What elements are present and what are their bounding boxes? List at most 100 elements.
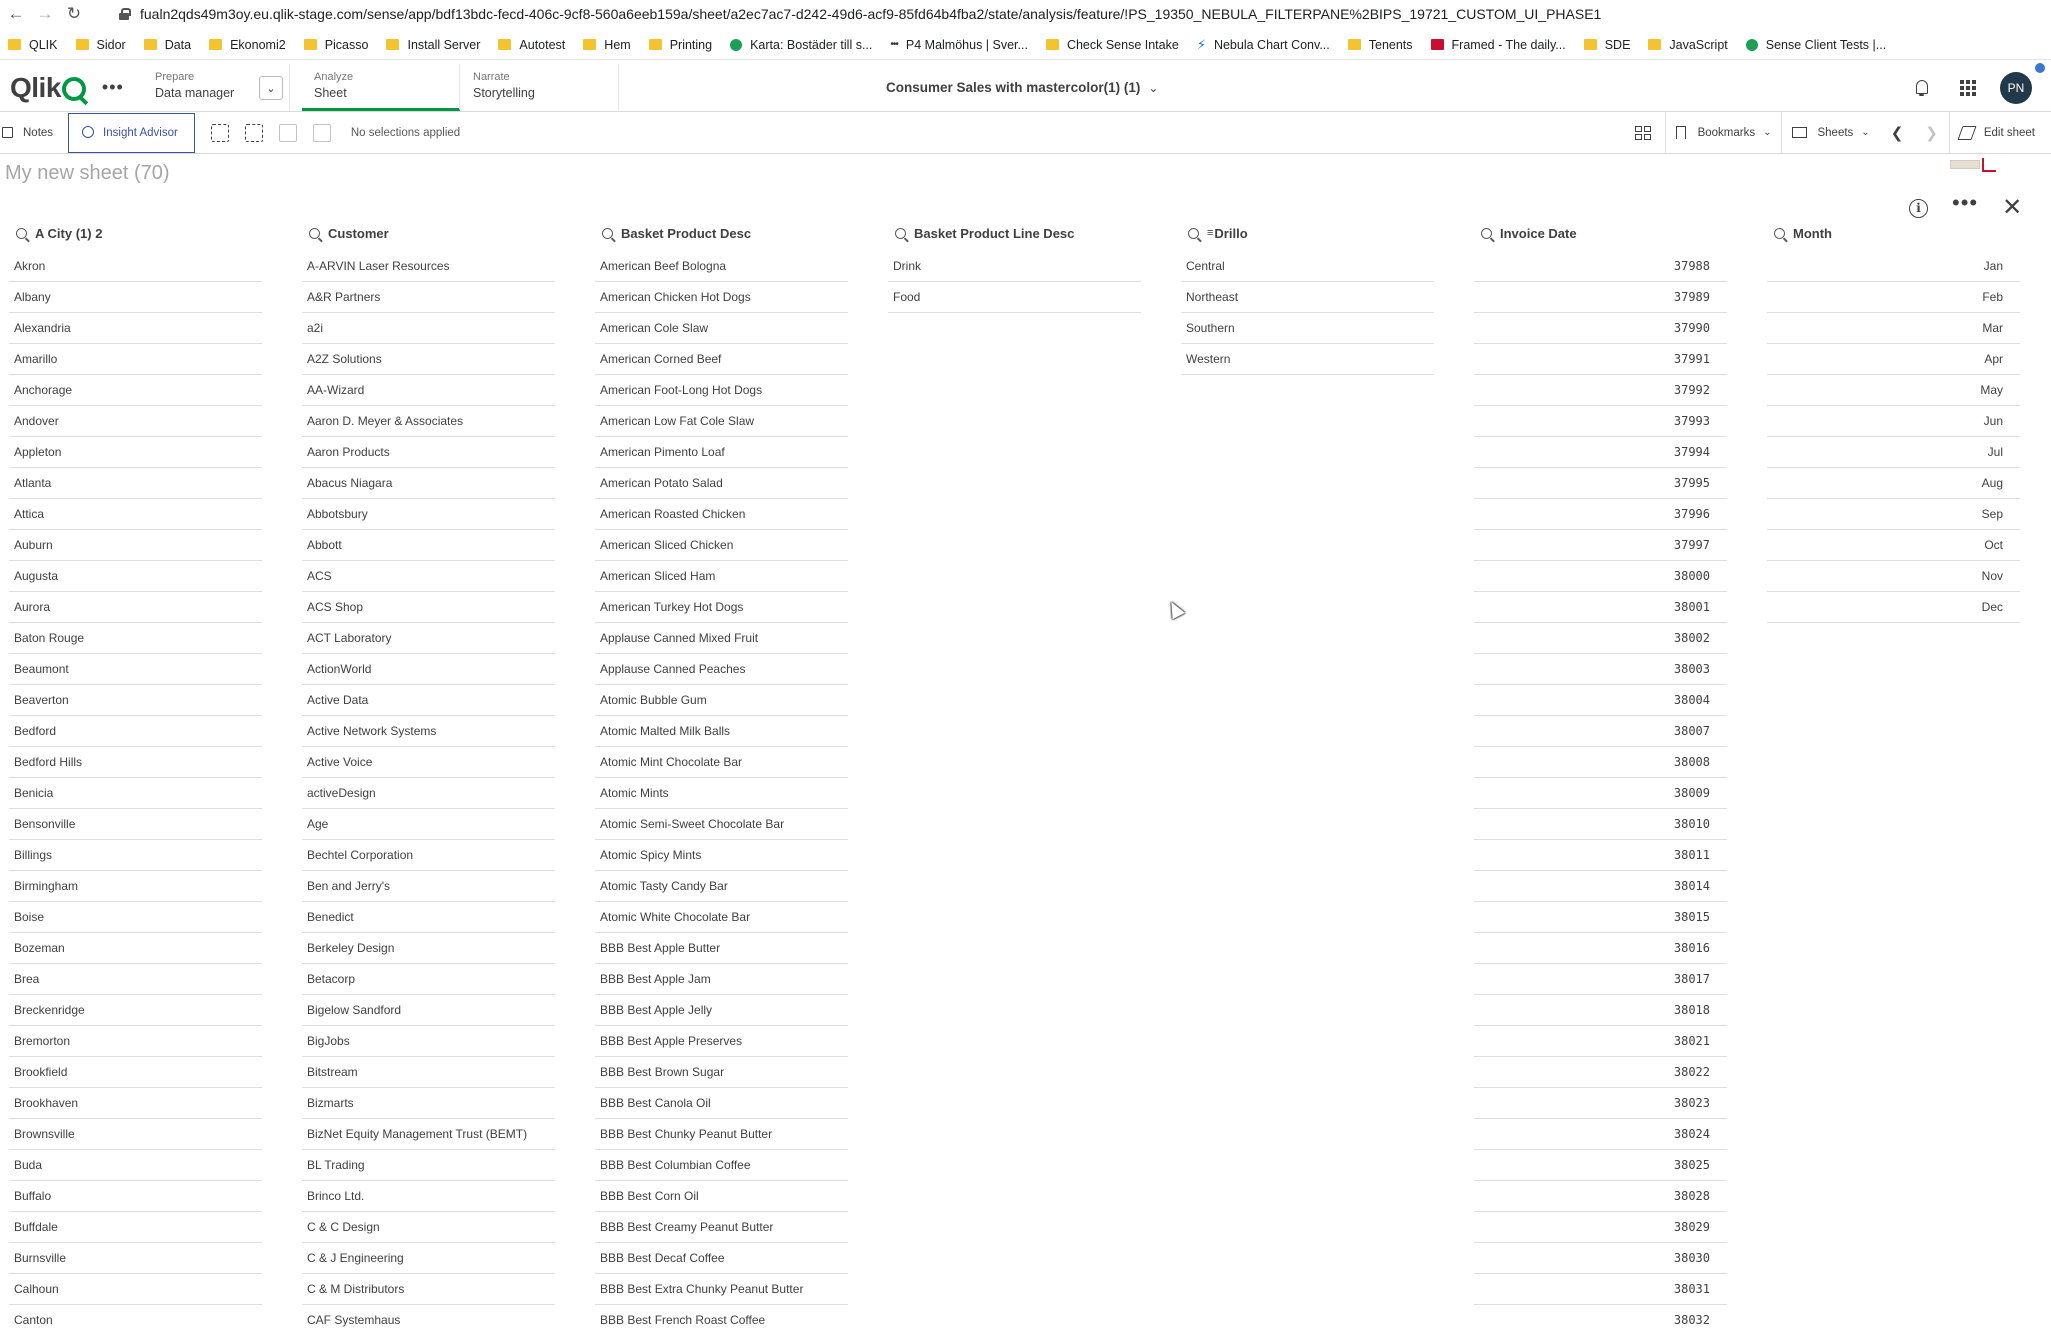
listbox-item[interactable]: Appleton	[9, 437, 262, 468]
listbox-item[interactable]: Beaverton	[9, 685, 262, 716]
listbox-item[interactable]: Benicia	[9, 778, 262, 809]
listbox-item[interactable]: 38002	[1474, 623, 1727, 654]
listbox-item[interactable]: Drink	[888, 251, 1141, 282]
listbox-item[interactable]: American Pimento Loaf	[595, 437, 848, 468]
listbox-item[interactable]: BBB Best Apple Preserves	[595, 1026, 848, 1057]
listbox-item[interactable]: ACS Shop	[302, 592, 555, 623]
next-sheet-chevron-icon[interactable]: ❯	[1914, 124, 1949, 142]
bookmark-item[interactable]: Framed - The daily...	[1430, 38, 1566, 52]
listbox-item[interactable]: Bechtel Corporation	[302, 840, 555, 871]
smart-search-icon[interactable]	[210, 123, 229, 142]
listbox-item[interactable]: 38028	[1474, 1181, 1727, 1212]
bookmark-item[interactable]: Sense Client Tests |...	[1745, 38, 1886, 52]
listbox-item[interactable]: Baton Rouge	[9, 623, 262, 654]
listbox-item[interactable]: Mar	[1767, 313, 2020, 344]
search-icon[interactable]	[1774, 227, 1785, 239]
listbox-item[interactable]: Andover	[9, 406, 262, 437]
listbox-item[interactable]: Abbotsbury	[302, 499, 555, 530]
listbox-item[interactable]: Boise	[9, 902, 262, 933]
listbox-header[interactable]: Basket Product Line Desc	[888, 222, 1141, 244]
listbox-item[interactable]: 38008	[1474, 747, 1727, 778]
listbox-item[interactable]: CAF Systemhaus	[302, 1305, 555, 1332]
listbox-item[interactable]: Atomic Semi-Sweet Chocolate Bar	[595, 809, 848, 840]
listbox-item[interactable]: 38031	[1474, 1274, 1727, 1305]
bookmark-item[interactable]: Karta: Bostäder till s...	[730, 38, 872, 52]
listbox-item[interactable]: American Low Fat Cole Slaw	[595, 406, 848, 437]
listbox-item[interactable]: Aug	[1767, 468, 2020, 499]
listbox-item[interactable]: Atomic Mints	[595, 778, 848, 809]
listbox-item[interactable]: BBB Best Brown Sugar	[595, 1057, 848, 1088]
info-icon[interactable]: i	[1909, 198, 1928, 218]
search-icon[interactable]	[602, 227, 613, 239]
listbox-item[interactable]: BBB Best Creamy Peanut Butter	[595, 1212, 848, 1243]
bookmark-item[interactable]: Picasso	[303, 38, 368, 52]
listbox-header[interactable]: Invoice Date	[1474, 222, 1727, 244]
listbox-item[interactable]: Feb	[1767, 282, 2020, 313]
app-title-dropdown[interactable]: Consumer Sales with mastercolor(1) (1) ⌄	[886, 80, 1158, 95]
listbox-item[interactable]: Betacorp	[302, 964, 555, 995]
listbox-item[interactable]: Oct	[1767, 530, 2020, 561]
listbox-item[interactable]: Jun	[1767, 406, 2020, 437]
listbox-item[interactable]: BBB Best Extra Chunky Peanut Butter	[595, 1274, 848, 1305]
listbox-item[interactable]: 38007	[1474, 716, 1727, 747]
listbox-item[interactable]: 38032	[1474, 1305, 1727, 1332]
listbox-item[interactable]: Berkeley Design	[302, 933, 555, 964]
listbox-item[interactable]: Calhoun	[9, 1274, 262, 1305]
listbox-item[interactable]: American Chicken Hot Dogs	[595, 282, 848, 313]
previous-sheet-chevron-icon[interactable]: ❮	[1880, 124, 1915, 142]
listbox-item[interactable]: Ben and Jerry's	[302, 871, 555, 902]
listbox-item[interactable]: BizNet Equity Management Trust (BEMT)	[302, 1119, 555, 1150]
listbox-item[interactable]: Southern	[1181, 313, 1434, 344]
listbox-item[interactable]: Alexandria	[9, 313, 262, 344]
listbox-item[interactable]: 38021	[1474, 1026, 1727, 1057]
listbox-item[interactable]: Nov	[1767, 561, 2020, 592]
more-options-icon[interactable]: •••	[1952, 192, 1978, 214]
listbox-item[interactable]: Buda	[9, 1150, 262, 1181]
listbox-item[interactable]: 37991	[1474, 344, 1727, 375]
listbox-item[interactable]: Jul	[1767, 437, 2020, 468]
listbox-item[interactable]: 38017	[1474, 964, 1727, 995]
listbox-item[interactable]: 38009	[1474, 778, 1727, 809]
listbox-item[interactable]: Buffalo	[9, 1181, 262, 1212]
listbox-item[interactable]: BBB Best Apple Jam	[595, 964, 848, 995]
listbox-header[interactable]: A City (1) 2	[9, 222, 262, 244]
forward-arrow-icon[interactable]: →	[32, 1, 58, 27]
search-icon[interactable]	[309, 227, 320, 239]
back-arrow-icon[interactable]: ←	[3, 1, 29, 27]
listbox-item[interactable]: 38023	[1474, 1088, 1727, 1119]
listbox-item[interactable]: Active Network Systems	[302, 716, 555, 747]
listbox-item[interactable]: Western	[1181, 344, 1434, 375]
listbox-item[interactable]: BBB Best Decaf Coffee	[595, 1243, 848, 1274]
listbox-item[interactable]: Brownsville	[9, 1119, 262, 1150]
listbox-item[interactable]: A&R Partners	[302, 282, 555, 313]
notes-button[interactable]: Notes	[2, 127, 53, 139]
listbox-item[interactable]: Aurora	[9, 592, 262, 623]
listbox-item[interactable]: Auburn	[9, 530, 262, 561]
listbox-item[interactable]: 38016	[1474, 933, 1727, 964]
listbox-item[interactable]: BBB Best Apple Butter	[595, 933, 848, 964]
listbox-item[interactable]: Bigelow Sandford	[302, 995, 555, 1026]
listbox-item[interactable]: American Sliced Ham	[595, 561, 848, 592]
listbox-item[interactable]: Atomic Spicy Mints	[595, 840, 848, 871]
bookmark-item[interactable]: JavaScript	[1648, 38, 1728, 52]
listbox-item[interactable]: 37992	[1474, 375, 1727, 406]
listbox-item[interactable]: Bensonville	[9, 809, 262, 840]
listbox-item[interactable]: 37997	[1474, 530, 1727, 561]
search-icon[interactable]	[1188, 227, 1199, 239]
listbox-item[interactable]: 38029	[1474, 1212, 1727, 1243]
listbox-item[interactable]: 37993	[1474, 406, 1727, 437]
listbox-item[interactable]: ActionWorld	[302, 654, 555, 685]
listbox-item[interactable]: Burnsville	[9, 1243, 262, 1274]
apps-grid-icon[interactable]	[1960, 79, 1976, 96]
listbox-item[interactable]: Atomic Bubble Gum	[595, 685, 848, 716]
listbox-item[interactable]: Billings	[9, 840, 262, 871]
listbox-item[interactable]: a2i	[302, 313, 555, 344]
clear-selections-icon[interactable]	[312, 123, 331, 142]
more-menu-icon[interactable]: •••	[102, 77, 124, 98]
listbox-item[interactable]: Northeast	[1181, 282, 1434, 313]
bookmark-item[interactable]: ⚡ Nebula Chart Conv...	[1197, 37, 1330, 53]
sheet-layout-grid-icon[interactable]	[1634, 125, 1651, 140]
listbox-item[interactable]: C & C Design	[302, 1212, 555, 1243]
listbox-item[interactable]: Bremorton	[9, 1026, 262, 1057]
listbox-item[interactable]: 37990	[1474, 313, 1727, 344]
